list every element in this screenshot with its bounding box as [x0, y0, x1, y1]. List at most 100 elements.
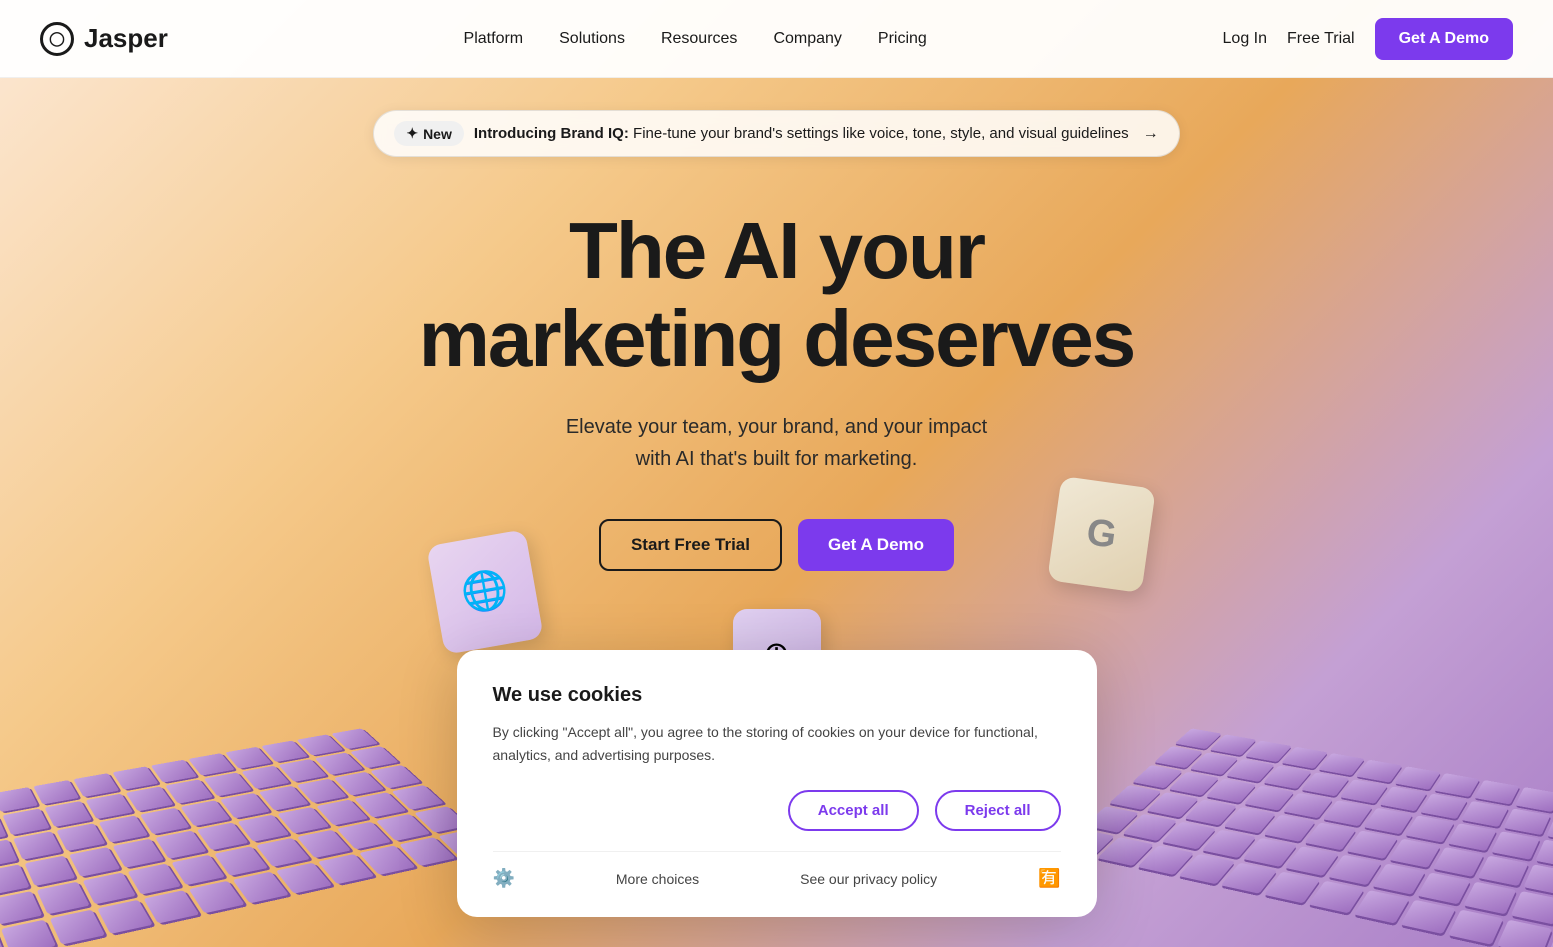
block-cell	[0, 787, 38, 812]
cookie-title: We use cookies	[493, 684, 1061, 707]
block-cell	[83, 872, 136, 904]
banner-rest: Fine-tune your brand's settings like voi…	[633, 125, 1129, 142]
block-cell	[69, 847, 120, 877]
block-cell	[97, 900, 153, 934]
block-cell	[44, 801, 92, 827]
nav-links: Platform Solutions Resources Company Pri…	[464, 30, 927, 48]
cookie-footer: ⚙️ More choices See our privacy policy 🈶	[493, 851, 1061, 889]
badge-label: New	[423, 126, 452, 142]
get-demo-hero-button[interactable]: Get A Demo	[798, 519, 954, 571]
block-cell	[155, 830, 207, 858]
block-cell	[1503, 808, 1550, 835]
block-cell	[73, 773, 119, 797]
block-cell	[165, 779, 213, 803]
settings-icon[interactable]: ⚙️	[493, 868, 515, 889]
banner-bold: Introducing Brand IQ:	[474, 125, 629, 142]
privacy-policy-link[interactable]: See our privacy policy	[800, 871, 937, 887]
block-cell	[33, 780, 79, 804]
block-cell	[1447, 823, 1496, 851]
block-cell	[2, 808, 49, 835]
cookie-buttons: Accept all Reject all	[493, 790, 1061, 831]
nav-link-pricing[interactable]: Pricing	[878, 30, 927, 48]
g-letter-icon: G	[1084, 511, 1119, 558]
block-cell	[1400, 900, 1456, 934]
start-free-trial-button[interactable]: Start Free Trial	[599, 519, 782, 571]
block-cell	[1379, 786, 1427, 811]
hero-title: The AI your marketing deserves	[419, 207, 1135, 383]
logo-text: Jasper	[84, 23, 168, 54]
blocks-right	[1058, 728, 1553, 947]
block-cell	[1417, 872, 1470, 904]
block-cell	[1354, 890, 1410, 923]
block-cell	[1394, 766, 1440, 789]
login-link[interactable]: Log In	[1223, 30, 1267, 48]
block-cell	[1346, 830, 1398, 858]
block-cell	[1474, 780, 1520, 804]
banner-text: Introducing Brand IQ: Fine-tune your bra…	[474, 125, 1129, 142]
block-cell	[1356, 760, 1402, 783]
block-cell	[1363, 808, 1413, 835]
block-cell	[1511, 891, 1553, 924]
announcement-banner[interactable]: ✦ New Introducing Brand IQ: Fine-tune yo…	[373, 110, 1179, 157]
reject-all-button[interactable]: Reject all	[935, 790, 1061, 831]
sparkle-icon: ✦	[406, 125, 418, 142]
hero-title-line2: marketing deserves	[419, 294, 1135, 383]
block-cell	[140, 808, 190, 835]
block-cell	[1328, 855, 1382, 885]
nav-link-platform[interactable]: Platform	[464, 30, 524, 48]
nav-link-company[interactable]: Company	[773, 30, 841, 48]
block-cell	[1433, 847, 1484, 877]
block-cell	[13, 831, 62, 859]
block-cell	[1372, 864, 1426, 895]
block-cell	[0, 891, 42, 924]
block-cell	[1420, 794, 1468, 820]
block-cell	[50, 910, 105, 945]
free-trial-link[interactable]: Free Trial	[1287, 30, 1355, 48]
block-cell	[1491, 831, 1540, 859]
block-cell	[1523, 864, 1553, 895]
block-cell	[1461, 801, 1509, 827]
block-cell	[1434, 773, 1480, 797]
nav-link-solutions[interactable]: Solutions	[559, 30, 625, 48]
block-cell	[24, 856, 75, 886]
nav-right: Log In Free Trial Get A Demo	[1223, 18, 1513, 60]
new-badge: ✦ New	[394, 121, 464, 146]
blocks-left	[0, 728, 495, 947]
block-cell	[127, 864, 181, 895]
block-cell	[1, 920, 56, 947]
block-cell	[1340, 779, 1388, 803]
accept-all-button[interactable]: Accept all	[788, 790, 919, 831]
logo-icon: ◯	[40, 22, 74, 56]
navbar: ◯ Jasper Platform Solutions Resources Co…	[0, 0, 1553, 78]
banner-arrow-icon: →	[1143, 125, 1159, 143]
block-cell	[1477, 856, 1528, 886]
block-cell	[143, 890, 199, 923]
hero-subtitle-line1: Elevate your team, your brand, and your …	[566, 416, 987, 438]
block-cell	[56, 823, 105, 851]
cookie-description: By clicking "Accept all", you agree to t…	[493, 721, 1061, 766]
block-cell	[151, 760, 197, 783]
block-cell	[1448, 910, 1503, 945]
hero-title-line1: The AI your	[569, 206, 984, 295]
block-cell	[37, 882, 90, 915]
block-cell	[1389, 839, 1441, 868]
block-cell	[112, 766, 158, 789]
block-cell	[1405, 815, 1455, 842]
block-cell	[1463, 882, 1516, 915]
block-cell	[1497, 920, 1552, 947]
hero-subtitle: Elevate your team, your brand, and your …	[566, 411, 987, 475]
block-cell	[126, 786, 174, 811]
logo[interactable]: ◯ Jasper	[40, 22, 168, 56]
block-cell	[113, 839, 165, 868]
nav-link-resources[interactable]: Resources	[661, 30, 737, 48]
translate-icon[interactable]: 🈶	[1038, 868, 1060, 889]
get-demo-button[interactable]: Get A Demo	[1375, 18, 1513, 60]
block-cell	[0, 864, 30, 895]
hero-subtitle-line2: with AI that's built for marketing.	[636, 448, 918, 470]
block-cell	[99, 815, 149, 842]
block-cell	[1515, 787, 1553, 812]
hero-cta-buttons: Start Free Trial Get A Demo	[599, 519, 954, 571]
cookie-banner: We use cookies By clicking "Accept all",…	[457, 650, 1097, 917]
more-choices-link[interactable]: More choices	[616, 871, 699, 887]
block-cell	[85, 794, 133, 820]
